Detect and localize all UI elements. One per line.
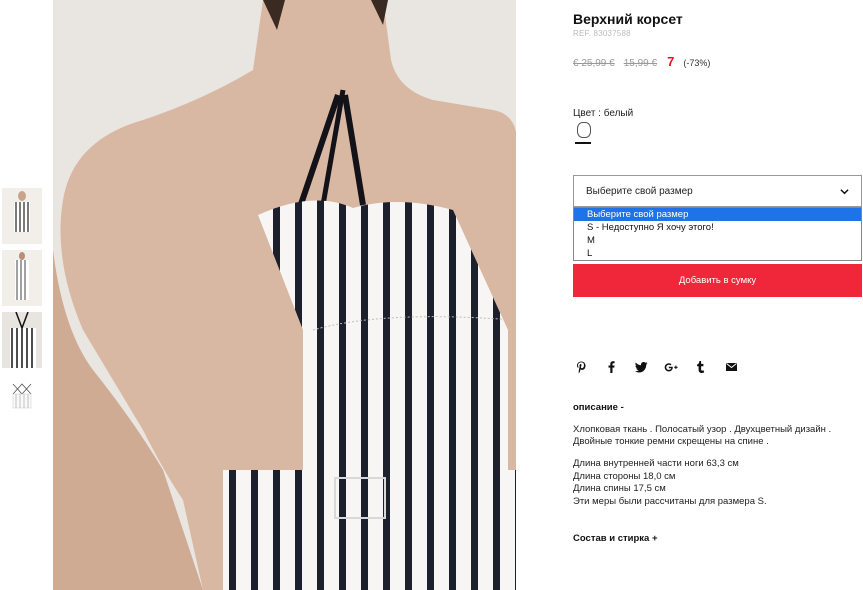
- pinterest-icon[interactable]: [574, 360, 588, 374]
- measurement-back: Длина спины 17,5 см: [573, 483, 666, 494]
- twitter-icon[interactable]: [634, 360, 648, 374]
- product-main-image: [53, 0, 516, 590]
- size-option-s[interactable]: S - Недоступно Я хочу этого!: [574, 221, 861, 234]
- price-old-1: € 25,99 €: [573, 58, 615, 69]
- size-option-m[interactable]: M: [574, 234, 861, 247]
- chevron-down-icon: [840, 188, 849, 194]
- product-ref: REF. 83037588: [573, 29, 631, 38]
- email-icon[interactable]: [724, 360, 738, 374]
- description-line-2: Двойные тонкие ремни скрещены на спине .: [573, 436, 769, 447]
- measurements: Длина внутренней части ноги 63,3 см Длин…: [573, 458, 767, 508]
- social-share-bar: [574, 360, 738, 374]
- size-select-value: Выберите свой размер: [586, 185, 693, 197]
- thumbnail-3[interactable]: [2, 312, 42, 368]
- description-toggle[interactable]: описание -: [573, 402, 624, 413]
- swatch-selected-indicator: [575, 142, 591, 144]
- size-select[interactable]: Выберите свой размер: [573, 175, 862, 207]
- product-title: Верхний корсет: [573, 11, 683, 27]
- measurement-note: Эти меры были рассчитаны для размера S.: [573, 495, 767, 507]
- add-to-bag-button[interactable]: Добавить в сумку: [573, 264, 862, 297]
- facebook-icon[interactable]: [604, 360, 618, 374]
- google-plus-icon[interactable]: [664, 360, 678, 374]
- thumbnail-4[interactable]: [2, 374, 42, 430]
- thumbnail-1[interactable]: [2, 188, 42, 244]
- composition-care-toggle[interactable]: Состав и стирка +: [573, 533, 658, 544]
- price-block: € 25,99 € 15,99 € 7 (-73%): [573, 54, 710, 69]
- size-option-placeholder[interactable]: Выберите свой размер: [574, 208, 861, 221]
- tumblr-icon[interactable]: [694, 360, 708, 374]
- price-current: 7: [667, 54, 675, 69]
- size-option-l[interactable]: L: [574, 247, 861, 260]
- size-dropdown-list: Выберите свой размер S - Недоступно Я хо…: [573, 207, 862, 261]
- description-line-1: Хлопковая ткань . Полосатый узор . Двухц…: [573, 424, 832, 435]
- thumbnail-list: [2, 188, 42, 436]
- color-label: Цвет : белый: [573, 108, 634, 119]
- discount-badge: (-73%): [683, 58, 711, 68]
- measurement-inseam: Длина внутренней части ноги 63,3 см: [573, 458, 739, 469]
- description-text: Хлопковая ткань . Полосатый узор . Двухц…: [573, 424, 858, 458]
- thumbnail-2[interactable]: [2, 250, 42, 306]
- price-old-2: 15,99 €: [623, 58, 658, 69]
- measurement-side: Длина стороны 18,0 см: [573, 470, 676, 482]
- color-swatch-white[interactable]: [577, 122, 591, 138]
